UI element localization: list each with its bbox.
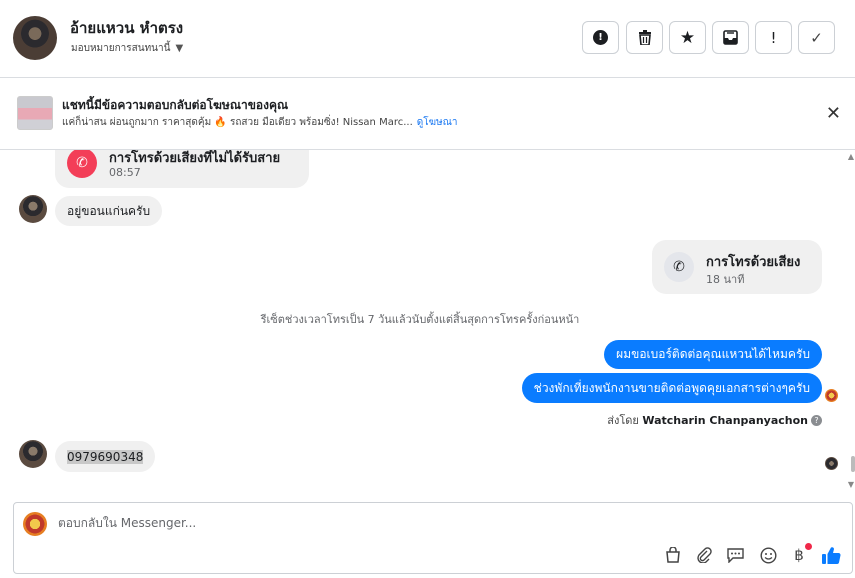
contact-name[interactable]: อ้ายแหวน หำตรง — [70, 16, 183, 40]
assign-label: มอบหมายการสนทนานี้ — [71, 43, 171, 54]
missed-call-card[interactable]: ✆ การโทรด้วยเสียงที่ไม่ได้รับสาย 08:57 — [55, 150, 309, 188]
ad-thumbnail — [17, 96, 53, 130]
sent-by-label: ส่งโดย — [607, 414, 639, 427]
missed-call-icon: ✆ — [67, 150, 97, 178]
close-icon[interactable]: ✕ — [826, 103, 841, 124]
ad-reply-banner: แชทนี้มีข้อความตอบกลับต่อโฆษณาของคุณ แค่… — [0, 79, 855, 150]
star-button[interactable]: ★ — [669, 21, 706, 54]
voice-call-card[interactable]: ✆ การโทรด้วยเสียง 18 นาที — [652, 240, 822, 294]
scrollbar-thumb[interactable] — [851, 456, 855, 472]
outgoing-message: ช่วงพักเที่ยงพนักงานขายติดต่อพูดคุยเอกสา… — [521, 373, 822, 403]
phone-number-text[interactable]: 0979690348 — [67, 449, 144, 464]
mark-follow-up-button[interactable]: ! — [755, 21, 792, 54]
check-icon: ✓ — [810, 28, 823, 47]
voice-call-duration: 18 นาที — [706, 273, 745, 286]
report-spam-button[interactable]: ! — [582, 21, 619, 54]
scroll-down-arrow[interactable]: ▼ — [848, 480, 854, 489]
ad-snippet-text: แค่ก็น่าสน ผ่อนถูกมาก ราคาสุดคุ้ม 🔥 รถสว… — [62, 117, 413, 128]
star-icon: ★ — [679, 27, 696, 48]
like-icon[interactable] — [820, 544, 842, 566]
ad-banner-title: แชทนี้มีข้อความตอบกลับต่อโฆษณาของคุณ — [62, 98, 289, 112]
phone-callback-icon: ✆ — [664, 252, 694, 282]
system-note: รีเซ็ตช่วงเวลาโทรเป็น 7 วันแล้วนับตั้งแต… — [260, 313, 580, 326]
contact-avatar[interactable] — [13, 16, 57, 60]
incoming-message: 0979690348 — [55, 441, 156, 472]
seen-avatar — [825, 457, 838, 470]
messenger-conversation: อ้ายแหวน หำตรง มอบหมายการสนทนานี้ ▼ ! ★ — [0, 0, 855, 578]
exclamation-icon: ! — [770, 28, 777, 47]
emoji-icon[interactable] — [757, 544, 779, 566]
reply-input[interactable] — [58, 516, 758, 530]
conversation-header: อ้ายแหวน หำตรง มอบหมายการสนทนานี้ ▼ ! ★ — [0, 0, 855, 78]
archive-icon — [723, 30, 738, 45]
sent-by-name[interactable]: Watcharin Chanpanyachon — [642, 414, 808, 427]
help-icon[interactable]: ? — [811, 415, 822, 426]
attachment-icon[interactable] — [693, 544, 715, 566]
scroll-up-arrow[interactable]: ▲ — [848, 152, 854, 161]
archive-button[interactable] — [712, 21, 749, 54]
caret-down-icon: ▼ — [175, 43, 184, 54]
assign-conversation-dropdown[interactable]: มอบหมายการสนทนานี้ ▼ — [71, 41, 183, 56]
trash-icon — [638, 30, 651, 45]
reply-composer: ฿ — [13, 502, 853, 574]
alert-circle-icon: ! — [593, 30, 608, 45]
voice-call-title: การโทรด้วยเสียง — [706, 255, 801, 270]
delete-button[interactable] — [626, 21, 663, 54]
page-avatar — [23, 512, 47, 536]
read-receipt-avatar — [825, 389, 838, 402]
message-thread: ✆ การโทรด้วยเสียงที่ไม่ได้รับสาย 08:57 อ… — [0, 150, 855, 500]
saved-reply-icon[interactable] — [724, 544, 746, 566]
mark-done-button[interactable]: ✓ — [798, 21, 835, 54]
notification-dot — [805, 543, 812, 550]
missed-call-time: 08:57 — [109, 166, 141, 179]
sent-by-line: ส่งโดย Watcharin Chanpanyachon? — [607, 411, 822, 429]
shop-icon[interactable] — [662, 544, 684, 566]
outgoing-message: ผมขอเบอร์ติดต่อคุณแหวนได้ไหมครับ — [604, 340, 822, 369]
contact-avatar — [19, 195, 47, 223]
ad-banner-snippet: แค่ก็น่าสน ผ่อนถูกมาก ราคาสุดคุ้ม 🔥 รถสว… — [62, 115, 458, 130]
contact-avatar — [19, 440, 47, 468]
view-ad-link[interactable]: ดูโฆษณา — [417, 117, 458, 128]
incoming-message: อยู่ขอนแก่นครับ — [55, 196, 163, 226]
